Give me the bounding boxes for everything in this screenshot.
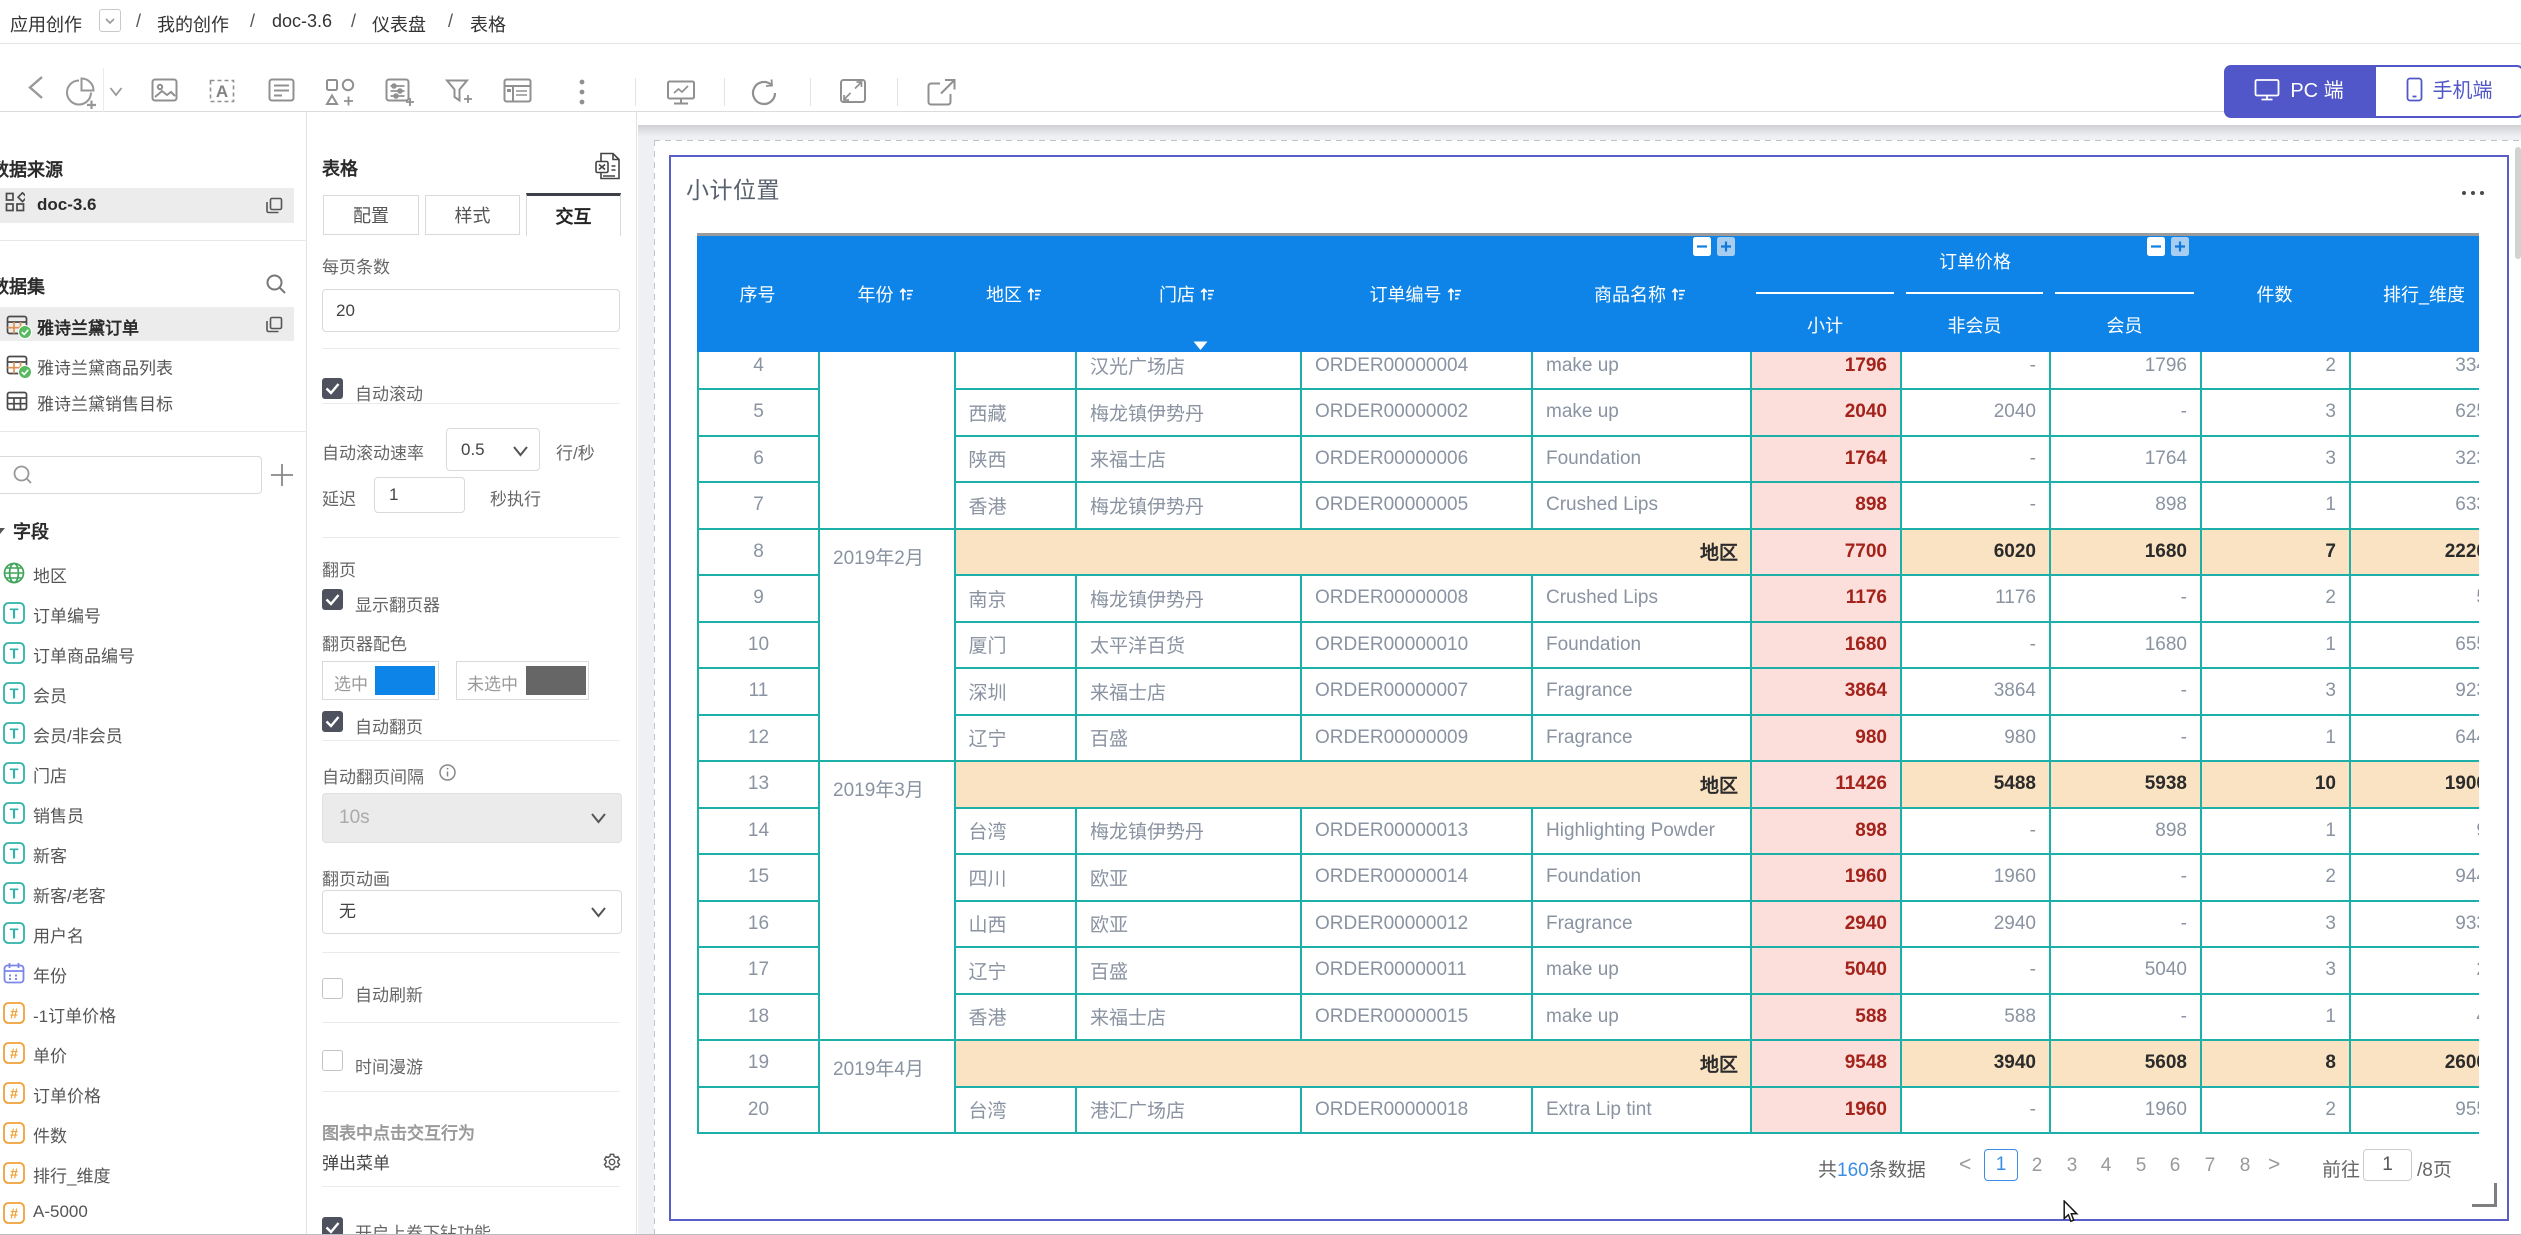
svg-text:#: # [10, 1207, 18, 1223]
svg-text:T: T [10, 847, 19, 863]
svg-text:A: A [216, 82, 228, 101]
svg-text:T: T [10, 767, 19, 783]
svg-text:T: T [10, 887, 19, 903]
svg-text:T: T [10, 607, 19, 623]
svg-text:T: T [10, 927, 19, 943]
svg-text:T: T [10, 727, 19, 743]
svg-text:T: T [10, 647, 19, 663]
svg-text:#: # [10, 1127, 18, 1143]
svg-text:#: # [10, 1167, 18, 1183]
svg-text:#: # [10, 1007, 18, 1023]
svg-text:#: # [10, 1087, 18, 1103]
svg-text:T: T [10, 807, 19, 823]
svg-text:T: T [10, 687, 19, 703]
svg-text:#: # [10, 1047, 18, 1063]
